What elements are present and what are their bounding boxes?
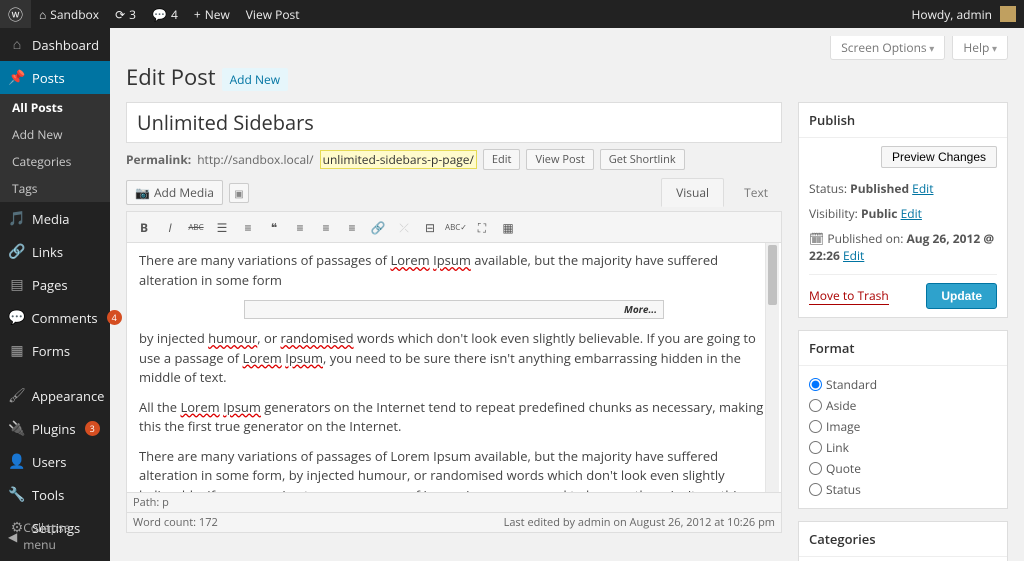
categories-heading: Categories <box>799 522 1007 557</box>
publish-heading: Publish <box>799 103 1007 138</box>
align-center-button[interactable]: ≡ <box>315 216 337 238</box>
calendar-icon: 🗓 <box>809 230 824 247</box>
plug-icon: 🔌 <box>8 419 26 438</box>
updates[interactable]: ⟳3 <box>107 0 144 28</box>
menu-posts[interactable]: 📌Posts <box>0 61 110 94</box>
format-heading: Format <box>799 331 1007 366</box>
format-option-status[interactable]: Status <box>809 479 997 500</box>
comments-bubble[interactable]: 💬4 <box>144 0 186 28</box>
add-new-button[interactable]: Add New <box>222 68 288 91</box>
menu-users[interactable]: 👤Users <box>0 445 110 478</box>
word-count: Word count: 172 <box>133 515 218 530</box>
page-icon: ▤ <box>8 275 26 294</box>
link-icon: 🔗 <box>8 242 26 261</box>
menu-comments[interactable]: 💬Comments4 <box>0 301 110 334</box>
media-icon: 🎵 <box>8 209 26 228</box>
tab-text[interactable]: Text <box>730 179 782 206</box>
menu-plugins[interactable]: 🔌Plugins3 <box>0 412 110 445</box>
collapse-icon: ◀ <box>8 528 17 545</box>
collapse-menu[interactable]: ◀Collapse menu <box>0 511 110 561</box>
edit-visibility-link[interactable]: Edit <box>901 205 922 222</box>
forms-icon: ▦ <box>8 341 26 360</box>
edit-status-link[interactable]: Edit <box>912 180 933 197</box>
permalink-base: http://sandbox.local/ <box>197 151 313 168</box>
submenu-all-posts[interactable]: All Posts <box>0 94 110 121</box>
insert-more-button[interactable]: ⊟ <box>419 216 441 238</box>
comment-icon: 💬 <box>8 308 25 327</box>
page-title: Edit PostAdd New <box>126 62 1008 92</box>
camera-icon: 📷 <box>135 184 150 201</box>
view-post-link[interactable]: View Post <box>238 0 308 28</box>
update-button[interactable]: Update <box>926 283 997 309</box>
submenu-categories[interactable]: Categories <box>0 148 110 175</box>
bullet-list-button[interactable]: ☰ <box>211 216 233 238</box>
editor-scrollbar[interactable] <box>765 243 779 492</box>
menu-dashboard[interactable]: ⌂Dashboard <box>0 28 110 61</box>
pin-icon: 📌 <box>8 68 26 87</box>
view-post-button[interactable]: View Post <box>526 149 593 170</box>
preview-changes-button[interactable]: Preview Changes <box>881 146 997 168</box>
editor-path: Path: p <box>126 493 782 513</box>
strikethrough-button[interactable]: ABC <box>185 216 207 238</box>
format-option-image[interactable]: Image <box>809 416 997 437</box>
blockquote-button[interactable]: ❝ <box>263 216 285 238</box>
user-icon: 👤 <box>8 452 26 471</box>
format-option-link[interactable]: Link <box>809 437 997 458</box>
tab-visual[interactable]: Visual <box>661 178 724 207</box>
format-option-aside[interactable]: Aside <box>809 395 997 416</box>
permalink-slug: unlimited-sidebars-p-page/ <box>320 150 477 169</box>
submenu-add-new[interactable]: Add New <box>0 121 110 148</box>
content-editor[interactable]: There are many variations of passages of… <box>126 243 782 493</box>
distraction-free-button[interactable]: ▣ <box>229 183 249 203</box>
move-to-trash-link[interactable]: Move to Trash <box>809 287 889 305</box>
link-button[interactable]: 🔗 <box>367 216 389 238</box>
more-tag: More... <box>244 300 664 319</box>
edit-date-link[interactable]: Edit <box>843 247 864 264</box>
submenu-tags[interactable]: Tags <box>0 175 110 202</box>
add-media-button[interactable]: 📷Add Media <box>126 180 223 205</box>
align-left-button[interactable]: ≡ <box>289 216 311 238</box>
plugins-badge: 3 <box>85 421 100 436</box>
brush-icon: 🖌 <box>8 386 26 405</box>
help-toggle[interactable]: Help <box>952 36 1008 60</box>
avatar <box>1000 6 1016 22</box>
toolbar-toggle-button[interactable]: ▦ <box>497 216 519 238</box>
fullscreen-button[interactable]: ⛶ <box>471 216 493 238</box>
italic-button[interactable]: I <box>159 216 181 238</box>
get-shortlink-button[interactable]: Get Shortlink <box>600 149 685 170</box>
last-edited: Last edited by admin on August 26, 2012 … <box>504 515 775 530</box>
publish-box: Publish Preview Changes Status: Publishe… <box>798 102 1008 318</box>
format-box: Format Standard Aside Image Link Quote S… <box>798 330 1008 509</box>
screen-options-toggle[interactable]: Screen Options <box>830 36 945 60</box>
categories-box: Categories All Categories Most Used Phot… <box>798 521 1008 561</box>
bold-button[interactable]: B <box>133 216 155 238</box>
permalink-label: Permalink: <box>126 151 191 168</box>
my-account[interactable]: Howdy, admin <box>904 0 1024 28</box>
number-list-button[interactable]: ≡ <box>237 216 259 238</box>
new-content[interactable]: +New <box>186 0 238 28</box>
align-right-button[interactable]: ≡ <box>341 216 363 238</box>
format-option-quote[interactable]: Quote <box>809 458 997 479</box>
dashboard-icon: ⌂ <box>8 35 26 54</box>
edit-slug-button[interactable]: Edit <box>483 149 521 170</box>
menu-tools[interactable]: 🔧Tools <box>0 478 110 511</box>
wrench-icon: 🔧 <box>8 485 26 504</box>
menu-forms[interactable]: ▦Forms <box>0 334 110 367</box>
menu-appearance[interactable]: 🖌Appearance <box>0 379 110 412</box>
spellcheck-button[interactable]: ABC✓ <box>445 216 467 238</box>
format-option-standard[interactable]: Standard <box>809 374 997 395</box>
editor-toolbar: B I ABC ☰ ≡ ❝ ≡ ≡ ≡ 🔗 ⤫ ⊟ ABC✓ ⛶ ▦ <box>126 211 782 243</box>
menu-pages[interactable]: ▤Pages <box>0 268 110 301</box>
menu-media[interactable]: 🎵Media <box>0 202 110 235</box>
wp-logo[interactable]: ⓦ <box>0 0 31 28</box>
unlink-button[interactable]: ⤫ <box>393 216 415 238</box>
site-name[interactable]: ⌂Sandbox <box>31 0 107 28</box>
post-title-input[interactable]: Unlimited Sidebars <box>126 102 782 143</box>
menu-links[interactable]: 🔗Links <box>0 235 110 268</box>
